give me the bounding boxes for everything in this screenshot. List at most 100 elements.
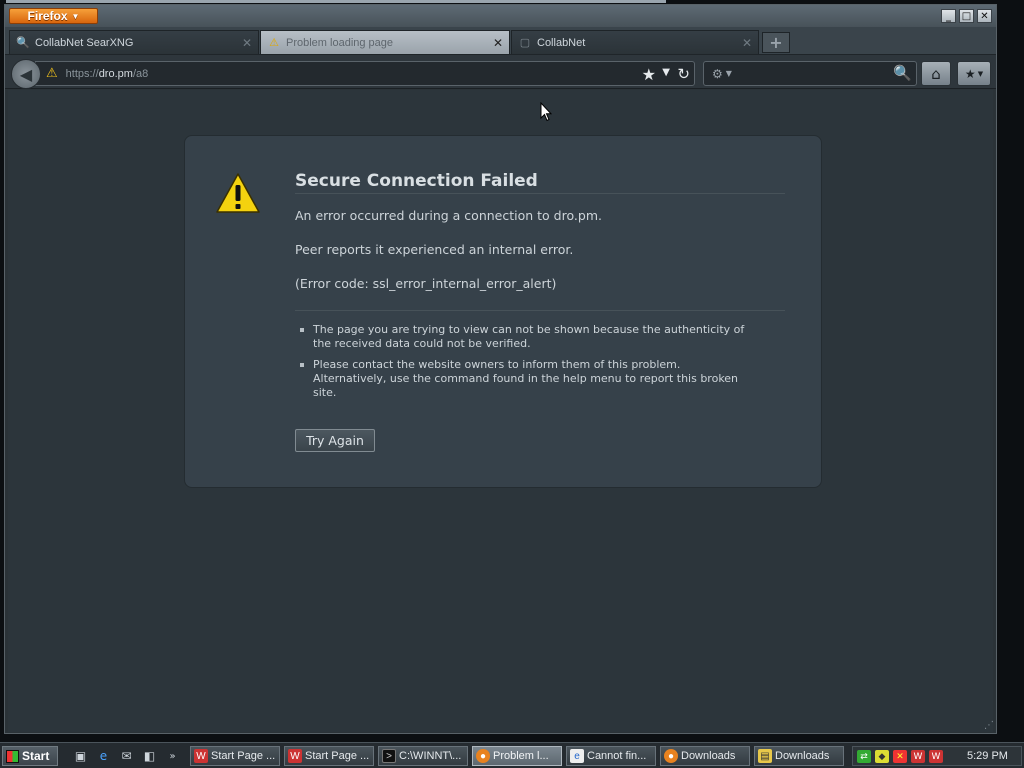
ie-icon[interactable]: e [95,748,112,764]
firefox-icon: ● [664,749,678,763]
error-detail: Peer reports it experienced an internal … [295,242,574,257]
tab-collabnet-searxng[interactable]: 🔍 CollabNet SearXNG ✕ [9,30,259,54]
start-button[interactable]: Start [2,746,58,766]
app-tray-icon[interactable]: ◆ [875,750,889,763]
divider [295,193,785,194]
error-container: Secure Connection Failed An error occurr… [184,135,822,488]
security-icon[interactable]: ✕ [893,750,907,763]
console-icon: > [382,749,396,763]
taskbar-button[interactable]: W Start Page ... [284,746,374,766]
clock[interactable]: 5:29 PM [967,750,1008,762]
error-title: Secure Connection Failed [295,171,538,191]
ie-icon: e [570,749,584,763]
firefox-icon: ● [476,749,490,763]
back-button[interactable]: ◀ [11,59,41,89]
back-arrow-icon: ◀ [19,64,33,84]
url-path: /a8 [132,67,149,80]
taskbar-button-label: Downloads [775,750,830,762]
tab-label: Problem loading page [286,36,394,49]
taskbar-button-label: Start Page ... [211,750,276,762]
taskbar-button-label: Cannot fin... [587,750,647,762]
maximize-icon: □ [961,10,972,22]
error-explanation-list: The page you are trying to view can not … [298,323,748,407]
search-icon[interactable]: 🔍 [893,64,912,82]
plus-icon: + [769,33,783,52]
taskbar-button[interactable]: ● Downloads [660,746,750,766]
taskbar-button-label: Problem l... [493,750,549,762]
wiki-tray-icon[interactable]: W [929,750,943,763]
taskbar-button-label: Downloads [681,750,736,762]
title-bar[interactable]: Firefox ▼ _ □ ✕ [5,5,996,27]
firefox-menu-button[interactable]: Firefox ▼ [9,8,98,24]
reload-icon[interactable]: ↻ [677,65,690,83]
tab-strip: 🔍 CollabNet SearXNG ✕ ⚠ Problem loading … [5,27,996,55]
background-window-edge [6,0,666,3]
new-tab-button[interactable]: + [762,32,790,53]
chevron-down-icon[interactable]: ▼ [726,69,732,78]
divider [295,310,785,311]
url-scheme: https:// [65,67,99,80]
tab-collabnet[interactable]: ▢ CollabNet ✕ [511,30,759,54]
bookmark-star-icon[interactable]: ★ [642,65,656,84]
address-bar[interactable]: ⚠ https://dro.pm/a8 ★ ▼ ↻ [35,61,695,86]
list-item: Please contact the website owners to inf… [298,358,748,400]
taskbar-button[interactable]: W Start Page ... [190,746,280,766]
search-bar[interactable]: ⚙ ▼ 🔍 [703,61,917,86]
outlook-icon[interactable]: ✉ [118,748,135,764]
close-button[interactable]: ✕ [977,9,992,23]
resize-grip-icon[interactable]: ⋰ [984,720,994,731]
chevron-down-icon: ▼ [71,11,80,21]
mouse-cursor-icon [540,102,552,122]
bookmarks-icon: ★ [964,66,976,81]
taskbar-button-label: Start Page ... [305,750,370,762]
warning-icon[interactable]: ⚠ [46,66,58,81]
network-icon[interactable]: ⇄ [857,750,871,763]
taskbar-button[interactable]: e Cannot fin... [566,746,656,766]
home-icon: ⌂ [931,64,941,83]
close-icon: ✕ [980,10,989,22]
search-engine-icon[interactable]: ⚙ [712,67,723,81]
more-chevron-icon[interactable]: » [164,748,181,764]
url-host: dro.pm [98,67,133,80]
error-code: (Error code: ssl_error_internal_error_al… [295,276,557,291]
tab-problem-loading-page[interactable]: ⚠ Problem loading page ✕ [260,30,510,54]
maximize-button[interactable]: □ [959,9,974,23]
wiki-icon: W [194,749,208,763]
tab-label: CollabNet SearXNG [35,36,134,49]
firefox-window: Firefox ▼ _ □ ✕ 🔍 CollabNet SearXNG ✕ ⚠ … [4,4,997,734]
tab-close-icon[interactable]: ✕ [493,36,503,50]
url-text[interactable]: https://dro.pm/a8 [66,68,149,80]
tab-close-icon[interactable]: ✕ [742,36,752,50]
taskbar-button-active[interactable]: ● Problem l... [472,746,562,766]
folder-icon: ▤ [758,749,772,763]
explorer-icon[interactable]: ◧ [141,748,158,764]
windows-logo-icon [6,749,19,763]
taskbar-button-label: C:\WINNT\... [399,750,462,762]
taskbar-button[interactable]: > C:\WINNT\... [378,746,468,766]
list-item: The page you are trying to view can not … [298,323,748,351]
show-desktop-icon[interactable]: ▣ [72,748,89,764]
page-favicon-icon: ▢ [519,37,531,49]
chevron-down-icon[interactable]: ▼ [662,67,670,78]
navigation-toolbar: ◀ ⚠ https://dro.pm/a8 ★ ▼ ↻ ⚙ ▼ 🔍 ⌂ ★ ▼ [5,55,996,89]
minimize-button[interactable]: _ [941,9,956,23]
minimize-icon: _ [946,10,951,22]
taskbar: Start ▣ e ✉ ◧ » W Start Page ... W Start… [0,742,1024,768]
error-message: An error occurred during a connection to… [295,208,602,223]
bookmarks-button[interactable]: ★ ▼ [957,61,991,86]
wiki-icon: W [288,749,302,763]
wiki-tray-icon[interactable]: W [911,750,925,763]
chevron-down-icon: ▼ [977,69,984,78]
try-again-button[interactable]: Try Again [295,429,375,452]
system-tray: ⇄ ◆ ✕ W W 5:29 PM [852,746,1022,766]
home-button[interactable]: ⌂ [921,61,951,86]
start-label: Start [22,749,50,763]
tab-label: CollabNet [537,36,586,49]
tab-close-icon[interactable]: ✕ [242,36,252,50]
search-favicon-icon: 🔍 [16,37,30,49]
warning-icon [216,173,260,213]
taskbar-button[interactable]: ▤ Downloads [754,746,844,766]
warning-icon: ⚠ [269,37,279,49]
firefox-menu-label: Firefox [27,9,68,23]
page-content: Secure Connection Failed An error occurr… [8,90,993,732]
